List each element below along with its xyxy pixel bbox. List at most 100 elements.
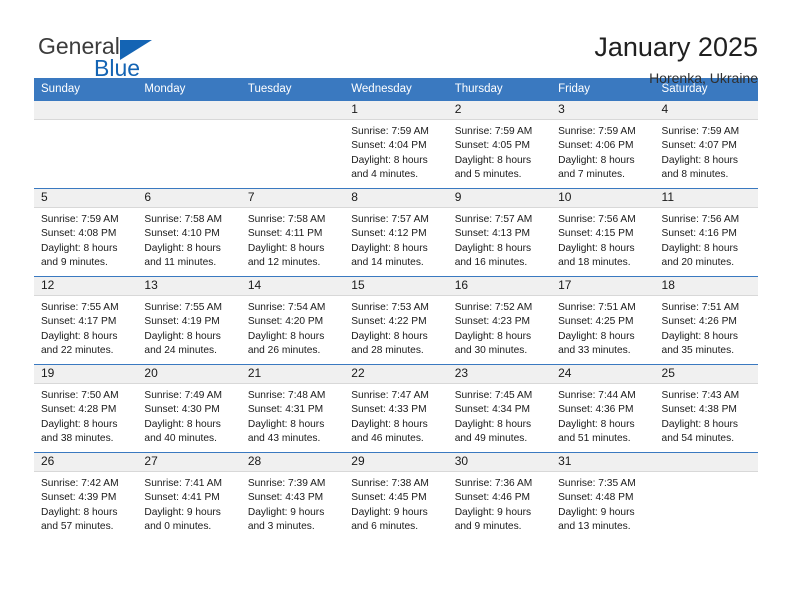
daylight-text-line1: Daylight: 8 hours [454, 418, 532, 430]
day-details: Sunrise: 7:56 AM Sunset: 4:15 PM Daylight:… [551, 208, 654, 271]
brand-logo[interactable]: General Blue [34, 30, 164, 80]
sunset-text: Sunset: 4:30 PM [144, 404, 220, 416]
calendar-day-cell[interactable]: 16 Sunrise: 7:52 AM Sunset: 4:23 PM Dayligh… [447, 276, 552, 365]
sunset-text: Sunset: 4:12 PM [351, 228, 427, 240]
calendar-day-cell[interactable]: 15 Sunrise: 7:53 AM Sunset: 4:22 PM Dayligh… [344, 276, 448, 365]
day-details: Sunrise: 7:58 AM Sunset: 4:11 PM Daylight:… [241, 208, 344, 271]
daylight-text-line1: Daylight: 8 hours [247, 418, 325, 430]
daylight-text-line2: and 5 minutes. [454, 169, 522, 181]
day-details: Sunrise: 7:59 AM Sunset: 4:05 PM Daylight:… [448, 120, 551, 183]
calendar-day-cell[interactable]: 22 Sunrise: 7:47 AM Sunset: 4:33 PM Dayligh… [344, 364, 448, 453]
sunrise-text: Sunrise: 7:59 AM [351, 126, 429, 137]
day-details: Sunrise: 7:58 AM Sunset: 4:10 PM Daylight:… [137, 208, 240, 271]
calendar-day-cell[interactable]: 11 Sunrise: 7:56 AM Sunset: 4:16 PM Dayligh… [654, 188, 758, 277]
calendar-day-cell[interactable]: 28 Sunrise: 7:39 AM Sunset: 4:43 PM Dayligh… [240, 452, 345, 541]
calendar-day-cell[interactable]: 25 Sunrise: 7:43 AM Sunset: 4:38 PM Dayligh… [654, 364, 758, 453]
sunrise-text: Sunrise: 7:59 AM [558, 126, 636, 137]
calendar-day-cell[interactable]: 27 Sunrise: 7:41 AM Sunset: 4:41 PM Dayligh… [137, 452, 241, 541]
calendar-day-cell[interactable]: 8 Sunrise: 7:57 AM Sunset: 4:12 PM Daylight… [344, 188, 448, 277]
sunset-text: Sunset: 4:36 PM [558, 404, 634, 416]
day-details: Sunrise: 7:35 AM Sunset: 4:48 PM Daylight:… [551, 472, 654, 535]
daylight-text-line2: and 40 minutes. [144, 433, 217, 445]
daylight-text-line1: Daylight: 8 hours [661, 330, 738, 342]
calendar-week-row: 5 Sunrise: 7:59 AM Sunset: 4:08 PM Daylight… [34, 188, 758, 277]
calendar-day-cell[interactable]: 2 Sunrise: 7:59 AM Sunset: 4:05 PM Daylight… [447, 100, 552, 189]
day-number: 21 [240, 365, 345, 384]
daylight-text-line1: Daylight: 8 hours [558, 330, 635, 342]
daylight-text-line2: and 51 minutes. [558, 433, 631, 445]
daylight-text-line1: Daylight: 8 hours [41, 506, 118, 518]
calendar-day-cell[interactable]: 17 Sunrise: 7:51 AM Sunset: 4:25 PM Dayligh… [551, 276, 655, 365]
sunrise-text: Sunrise: 7:51 AM [661, 302, 740, 313]
calendar-day-cell[interactable]: 23 Sunrise: 7:45 AM Sunset: 4:34 PM Dayligh… [447, 364, 552, 453]
day-number: 12 [34, 277, 138, 296]
page-title: January 2025 [594, 32, 758, 62]
calendar-day-cell[interactable]: 30 Sunrise: 7:36 AM Sunset: 4:46 PM Dayligh… [447, 452, 552, 541]
calendar-day-cell[interactable]: 24 Sunrise: 7:44 AM Sunset: 4:36 PM Dayligh… [551, 364, 655, 453]
sunset-text: Sunset: 4:38 PM [661, 404, 737, 416]
calendar-day-cell[interactable]: 10 Sunrise: 7:56 AM Sunset: 4:15 PM Dayligh… [551, 188, 655, 277]
page-header: General Blue January 2025 Horenka, Ukrai… [0, 0, 792, 86]
daylight-text-line1: Daylight: 8 hours [454, 242, 532, 254]
sunset-text: Sunset: 4:20 PM [247, 316, 324, 328]
calendar-week-row: 19 Sunrise: 7:50 AM Sunset: 4:28 PM Dayligh… [34, 364, 758, 453]
calendar-day-cell[interactable]: 26 Sunrise: 7:42 AM Sunset: 4:39 PM Dayligh… [34, 452, 138, 541]
calendar-day-cell[interactable]: 21 Sunrise: 7:48 AM Sunset: 4:31 PM Dayligh… [240, 364, 345, 453]
day-number: 6 [137, 189, 241, 208]
day-number: 23 [447, 365, 552, 384]
day-details: Sunrise: 7:50 AM Sunset: 4:28 PM Daylight:… [34, 384, 137, 447]
calendar-day-cell[interactable]: 5 Sunrise: 7:59 AM Sunset: 4:08 PM Daylight… [34, 188, 138, 277]
daylight-text-line1: Daylight: 9 hours [144, 506, 221, 518]
sunrise-text: Sunrise: 7:38 AM [351, 478, 429, 489]
daylight-text-line2: and 30 minutes. [454, 345, 528, 357]
day-number: 29 [344, 453, 448, 472]
title-block: January 2025 Horenka, Ukraine [594, 30, 758, 86]
daylight-text-line1: Daylight: 8 hours [558, 242, 635, 254]
day-number: 4 [654, 101, 758, 120]
sunset-text: Sunset: 4:28 PM [41, 404, 117, 416]
daylight-text-line1: Daylight: 9 hours [247, 506, 325, 518]
sunrise-text: Sunrise: 7:57 AM [351, 214, 429, 225]
calendar-day-cell[interactable]: 3 Sunrise: 7:59 AM Sunset: 4:06 PM Daylight… [551, 100, 655, 189]
day-details: Sunrise: 7:57 AM Sunset: 4:12 PM Daylight:… [344, 208, 447, 271]
day-number: 17 [551, 277, 655, 296]
day-number [137, 101, 241, 120]
calendar-day-cell[interactable]: 19 Sunrise: 7:50 AM Sunset: 4:28 PM Dayligh… [34, 364, 138, 453]
day-details: Sunrise: 7:53 AM Sunset: 4:22 PM Daylight:… [344, 296, 447, 359]
day-details: Sunrise: 7:59 AM Sunset: 4:08 PM Daylight:… [34, 208, 137, 271]
daylight-text-line1: Daylight: 8 hours [41, 418, 118, 430]
calendar-day-cell[interactable]: 18 Sunrise: 7:51 AM Sunset: 4:26 PM Dayligh… [654, 276, 758, 365]
sunrise-text: Sunrise: 7:56 AM [558, 214, 636, 225]
daylight-text-line2: and 18 minutes. [558, 257, 631, 269]
calendar-day-cell[interactable]: 4 Sunrise: 7:59 AM Sunset: 4:07 PM Daylight… [654, 100, 758, 189]
sunset-text: Sunset: 4:31 PM [247, 404, 324, 416]
calendar-day-cell[interactable]: 14 Sunrise: 7:54 AM Sunset: 4:20 PM Dayligh… [240, 276, 345, 365]
calendar-day-cell[interactable]: 6 Sunrise: 7:58 AM Sunset: 4:10 PM Daylight… [137, 188, 241, 277]
sunset-text: Sunset: 4:41 PM [144, 492, 220, 504]
weekday-header-sunday: Sunday [34, 78, 138, 101]
calendar-day-cell[interactable]: 9 Sunrise: 7:57 AM Sunset: 4:13 PM Daylight… [447, 188, 552, 277]
day-details: Sunrise: 7:43 AM Sunset: 4:38 PM Daylight:… [655, 384, 758, 447]
calendar-day-cell[interactable]: 29 Sunrise: 7:38 AM Sunset: 4:45 PM Dayligh… [344, 452, 448, 541]
sunset-text: Sunset: 4:17 PM [41, 316, 117, 328]
calendar-day-cell[interactable]: 1 Sunrise: 7:59 AM Sunset: 4:04 PM Daylight… [344, 100, 448, 189]
sunset-text: Sunset: 4:34 PM [454, 404, 531, 416]
calendar-day-cell[interactable]: 20 Sunrise: 7:49 AM Sunset: 4:30 PM Dayligh… [137, 364, 241, 453]
daylight-text-line2: and 16 minutes. [454, 257, 528, 269]
daylight-text-line1: Daylight: 8 hours [558, 154, 635, 166]
day-number: 22 [344, 365, 448, 384]
sunrise-text: Sunrise: 7:59 AM [454, 126, 533, 137]
day-number: 27 [137, 453, 241, 472]
calendar-day-cell[interactable]: 13 Sunrise: 7:55 AM Sunset: 4:19 PM Dayligh… [137, 276, 241, 365]
calendar-day-cell[interactable]: 7 Sunrise: 7:58 AM Sunset: 4:11 PM Daylight… [240, 188, 345, 277]
calendar-day-cell[interactable]: 31 Sunrise: 7:35 AM Sunset: 4:48 PM Dayligh… [551, 452, 655, 541]
sunset-text: Sunset: 4:04 PM [351, 140, 427, 152]
daylight-text-line1: Daylight: 8 hours [144, 330, 221, 342]
calendar-day-cell[interactable]: 12 Sunrise: 7:55 AM Sunset: 4:17 PM Dayligh… [34, 276, 138, 365]
daylight-text-line2: and 9 minutes. [41, 257, 108, 269]
day-details: Sunrise: 7:36 AM Sunset: 4:46 PM Daylight:… [448, 472, 551, 535]
day-details: Sunrise: 7:55 AM Sunset: 4:17 PM Daylight:… [34, 296, 137, 359]
day-number: 5 [34, 189, 138, 208]
sunrise-text: Sunrise: 7:45 AM [454, 390, 533, 401]
sunrise-text: Sunrise: 7:53 AM [351, 302, 429, 313]
